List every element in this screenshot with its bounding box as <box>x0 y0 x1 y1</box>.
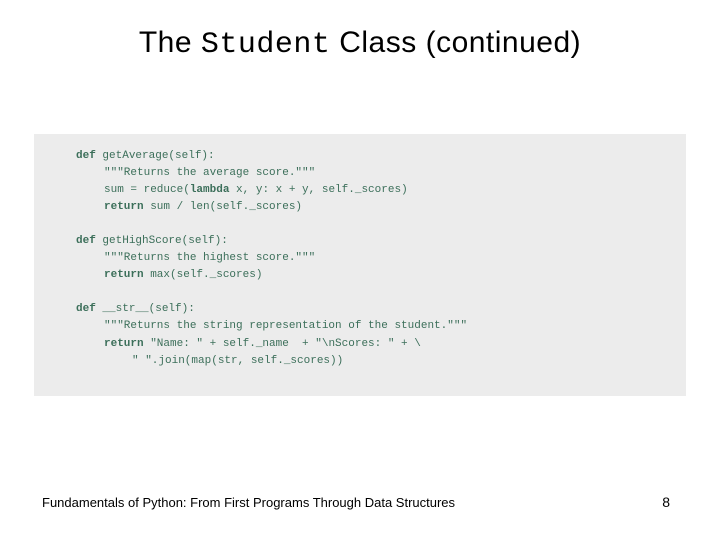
footer-text: Fundamentals of Python: From First Progr… <box>42 495 455 510</box>
code-text: max(self._scores) <box>144 269 263 281</box>
code-block: def getAverage(self): """Returns the aver… <box>34 134 686 396</box>
code-text: sum = reduce( <box>104 184 190 196</box>
code-line: def getAverage(self): <box>48 148 672 165</box>
code-text: sum / len(self._scores) <box>144 201 302 213</box>
code-text: getHighScore(self): <box>96 235 228 247</box>
keyword-lambda: lambda <box>190 184 230 196</box>
code-text: getAverage(self): <box>96 150 215 162</box>
title-part1: The <box>139 26 201 59</box>
keyword-def: def <box>76 150 96 162</box>
page-number: 8 <box>662 494 670 510</box>
keyword-return: return <box>104 338 144 350</box>
slide: The Student Class (continued) def getAve… <box>0 0 720 540</box>
keyword-def: def <box>76 235 96 247</box>
code-text: __str__(self): <box>96 303 195 315</box>
code-line: def getHighScore(self): <box>48 233 672 250</box>
code-line: " ".join(map(str, self._scores)) <box>48 353 672 370</box>
keyword-return: return <box>104 269 144 281</box>
code-text: """Returns the string representation of … <box>104 320 467 332</box>
code-text: x, y: x + y, self._scores) <box>229 184 407 196</box>
code-line: """Returns the highest score.""" <box>48 250 672 267</box>
keyword-def: def <box>76 303 96 315</box>
title-mono: Student <box>201 28 331 62</box>
code-line: return max(self._scores) <box>48 267 672 284</box>
keyword-return: return <box>104 201 144 213</box>
title-part2: Class (continued) <box>330 26 581 59</box>
blank-line <box>48 216 672 233</box>
code-text: " ".join(map(str, self._scores)) <box>132 355 343 367</box>
code-line: """Returns the string representation of … <box>48 318 672 335</box>
blank-line <box>48 284 672 301</box>
slide-title: The Student Class (continued) <box>0 26 720 62</box>
code-line: def __str__(self): <box>48 301 672 318</box>
code-line: """Returns the average score.""" <box>48 165 672 182</box>
code-line: return sum / len(self._scores) <box>48 199 672 216</box>
code-line: sum = reduce(lambda x, y: x + y, self._s… <box>48 182 672 199</box>
code-text: "Name: " + self._name + "\nScores: " + \ <box>144 338 421 350</box>
code-text: """Returns the average score.""" <box>104 167 315 179</box>
code-line: return "Name: " + self._name + "\nScores… <box>48 336 672 353</box>
code-text: """Returns the highest score.""" <box>104 252 315 264</box>
